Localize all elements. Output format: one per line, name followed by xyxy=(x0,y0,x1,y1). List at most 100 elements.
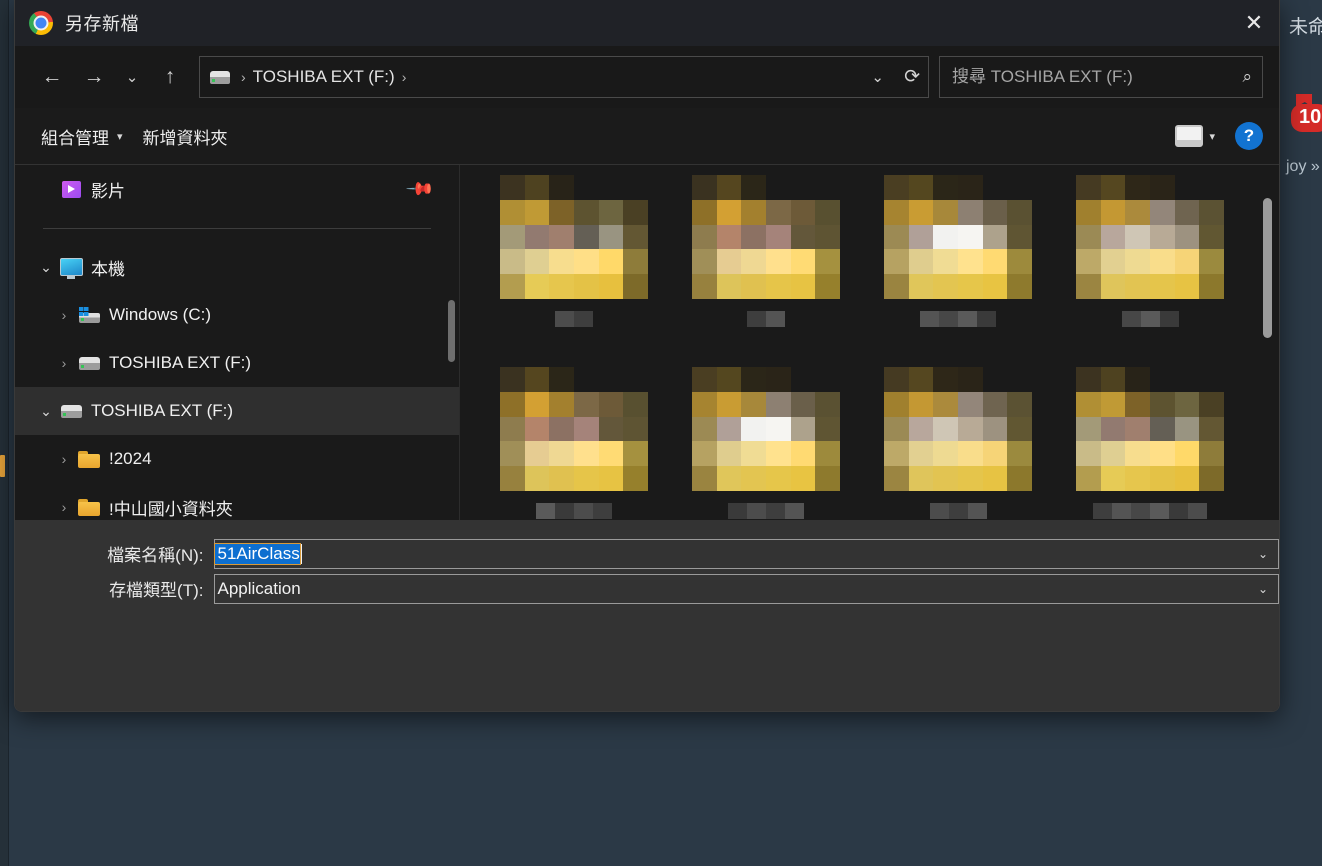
background-link-text[interactable]: joy » xyxy=(1286,158,1320,176)
filetype-value[interactable]: Application xyxy=(215,579,301,599)
file-item[interactable] xyxy=(862,367,1054,519)
save-button[interactable]: 存檔(S) xyxy=(977,711,1109,712)
folder-icon xyxy=(77,450,101,468)
text-caret xyxy=(300,543,302,564)
file-thumbnail-redacted xyxy=(692,175,840,299)
breadcrumb-separator-2[interactable]: › xyxy=(402,69,407,85)
file-thumbnail-redacted xyxy=(1076,367,1224,491)
file-thumbnail-redacted xyxy=(692,367,840,491)
sidebar-item-label: Windows (C:) xyxy=(109,305,212,324)
windows-drive-icon xyxy=(77,306,101,323)
dialog-title: 另存新檔 xyxy=(65,14,139,34)
chevron-down-icon[interactable]: ⌄ xyxy=(1258,547,1268,561)
sidebar-divider xyxy=(43,228,431,229)
file-label-redacted xyxy=(670,311,862,327)
file-list-pane[interactable] xyxy=(459,165,1279,520)
breadcrumb[interactable]: › TOSHIBA EXT (F:) › ⌄ ⟳ xyxy=(199,56,929,98)
drive-icon xyxy=(77,356,101,370)
back-button[interactable]: ← xyxy=(31,57,73,97)
file-thumbnail-redacted xyxy=(884,175,1032,299)
chevron-right-icon[interactable]: › xyxy=(51,355,77,371)
navigation-bar: ← → ⌄ ↑ › TOSHIBA EXT (F:) › ⌄ ⟳ ⌕ xyxy=(15,46,1279,108)
file-item[interactable] xyxy=(1054,367,1246,519)
file-label-redacted xyxy=(478,311,670,327)
sidebar-item-zhongshan[interactable]: › !中山國小資料夾 xyxy=(15,483,459,520)
sidebar-item-windows-c[interactable]: › Windows (C:) xyxy=(15,291,459,339)
file-label-redacted xyxy=(862,503,1054,519)
file-thumbnail-redacted xyxy=(500,175,648,299)
filename-row: 檔案名稱(N): 51AirClass ⌄ xyxy=(15,538,1279,569)
sidebar-item-label: !2024 xyxy=(109,449,152,468)
background-notification-badge: 10 xyxy=(1291,104,1322,132)
file-label-redacted xyxy=(862,311,1054,327)
chevron-right-icon[interactable]: › xyxy=(51,499,77,515)
file-label-redacted xyxy=(1054,311,1246,327)
organize-label: 組合管理 xyxy=(41,128,109,148)
command-bar-right: ▾ ? xyxy=(1175,108,1263,164)
save-form: 檔案名稱(N): 51AirClass ⌄ 存檔類型(T): Applicati… xyxy=(15,520,1279,604)
search-box[interactable]: ⌕ xyxy=(939,56,1263,98)
dialog-titlebar[interactable]: 另存新檔 ✕ xyxy=(15,0,1279,46)
new-folder-label: 新增資料夾 xyxy=(142,128,228,148)
folder-icon xyxy=(77,498,101,516)
file-item[interactable] xyxy=(862,175,1054,327)
file-item[interactable] xyxy=(478,175,670,327)
background-left-strip xyxy=(0,0,8,866)
sidebar-item-2024[interactable]: › !2024 xyxy=(15,435,459,483)
up-button[interactable]: ↑ xyxy=(149,57,191,97)
filename-label: 檔案名稱(N): xyxy=(107,546,204,565)
breadcrumb-path[interactable]: TOSHIBA EXT (F:) xyxy=(253,67,395,87)
chevron-down-icon[interactable]: ⌄ xyxy=(33,403,59,420)
pin-icon[interactable]: 📌 xyxy=(404,174,435,205)
file-thumbnail-redacted xyxy=(1076,175,1224,299)
search-input[interactable] xyxy=(950,66,1243,88)
breadcrumb-separator-1: › xyxy=(241,69,246,85)
filename-value[interactable]: 51AirClass xyxy=(213,542,301,565)
filetype-field[interactable]: Application ⌄ xyxy=(213,573,1279,604)
sidebar-item-videos[interactable]: 影片 📌 xyxy=(15,165,459,213)
chevron-down-icon[interactable]: ⌄ xyxy=(1258,582,1268,596)
refresh-icon[interactable]: ⟳ xyxy=(904,66,920,89)
dialog-footer: 檔案名稱(N): 51AirClass ⌄ 存檔類型(T): Applicati… xyxy=(15,520,1279,712)
chevron-down-icon[interactable]: ⌄ xyxy=(33,259,59,276)
sidebar-item-label: TOSHIBA EXT (F:) xyxy=(91,401,234,420)
new-folder-button[interactable]: 新增資料夾 xyxy=(133,117,238,156)
sidebar-scrollbar-thumb[interactable] xyxy=(448,300,455,362)
file-item[interactable] xyxy=(478,367,670,519)
chevron-right-icon[interactable]: › xyxy=(51,307,77,323)
file-item[interactable] xyxy=(670,367,862,519)
sidebar-item-label: 影片 xyxy=(91,181,125,201)
sidebar-item-toshiba-nested[interactable]: › TOSHIBA EXT (F:) xyxy=(15,339,459,387)
file-label-redacted xyxy=(670,503,862,519)
file-item[interactable] xyxy=(1054,175,1246,327)
cancel-button[interactable]: 取消 xyxy=(1129,711,1261,712)
organize-button[interactable]: 組合管理 ▾ xyxy=(31,117,133,156)
file-pane-scrollbar-thumb[interactable] xyxy=(1263,198,1272,338)
file-item[interactable] xyxy=(670,175,862,327)
thumbnail-grid xyxy=(460,165,1279,519)
chevron-down-icon[interactable]: ▾ xyxy=(1209,130,1215,143)
dialog-body: 影片 📌 ⌄ 本機 › Windows (C:) › TOSHIBA EXT (… xyxy=(15,165,1279,520)
search-icon[interactable]: ⌕ xyxy=(1242,67,1252,87)
sidebar-item-label: TOSHIBA EXT (F:) xyxy=(109,353,252,372)
file-thumbnail-redacted xyxy=(884,367,1032,491)
chevron-down-icon[interactable]: ⌄ xyxy=(871,68,884,86)
file-thumbnail-redacted xyxy=(500,367,648,491)
sidebar-item-this-pc[interactable]: ⌄ 本機 xyxy=(15,243,459,291)
view-layout-icon[interactable] xyxy=(1175,125,1204,147)
help-button[interactable]: ? xyxy=(1235,122,1263,150)
recent-locations-button[interactable]: ⌄ xyxy=(115,57,149,97)
close-icon[interactable]: ✕ xyxy=(1229,0,1279,46)
forward-button[interactable]: → xyxy=(73,57,115,97)
filetype-row: 存檔類型(T): Application ⌄ xyxy=(15,573,1279,604)
sidebar-item-label: !中山國小資料夾 xyxy=(109,499,233,519)
sidebar-item-toshiba-selected[interactable]: ⌄ TOSHIBA EXT (F:) xyxy=(15,387,459,435)
chevron-right-icon[interactable]: › xyxy=(51,451,77,467)
this-pc-icon xyxy=(59,258,83,279)
drive-icon xyxy=(210,70,230,84)
dialog-buttons: 存檔(S) 取消 xyxy=(977,711,1261,712)
filename-field[interactable]: 51AirClass ⌄ xyxy=(213,538,1279,569)
background-left-marker xyxy=(0,455,5,477)
navigation-sidebar[interactable]: 影片 📌 ⌄ 本機 › Windows (C:) › TOSHIBA EXT (… xyxy=(15,165,459,520)
sidebar-item-label: 本機 xyxy=(91,259,125,279)
